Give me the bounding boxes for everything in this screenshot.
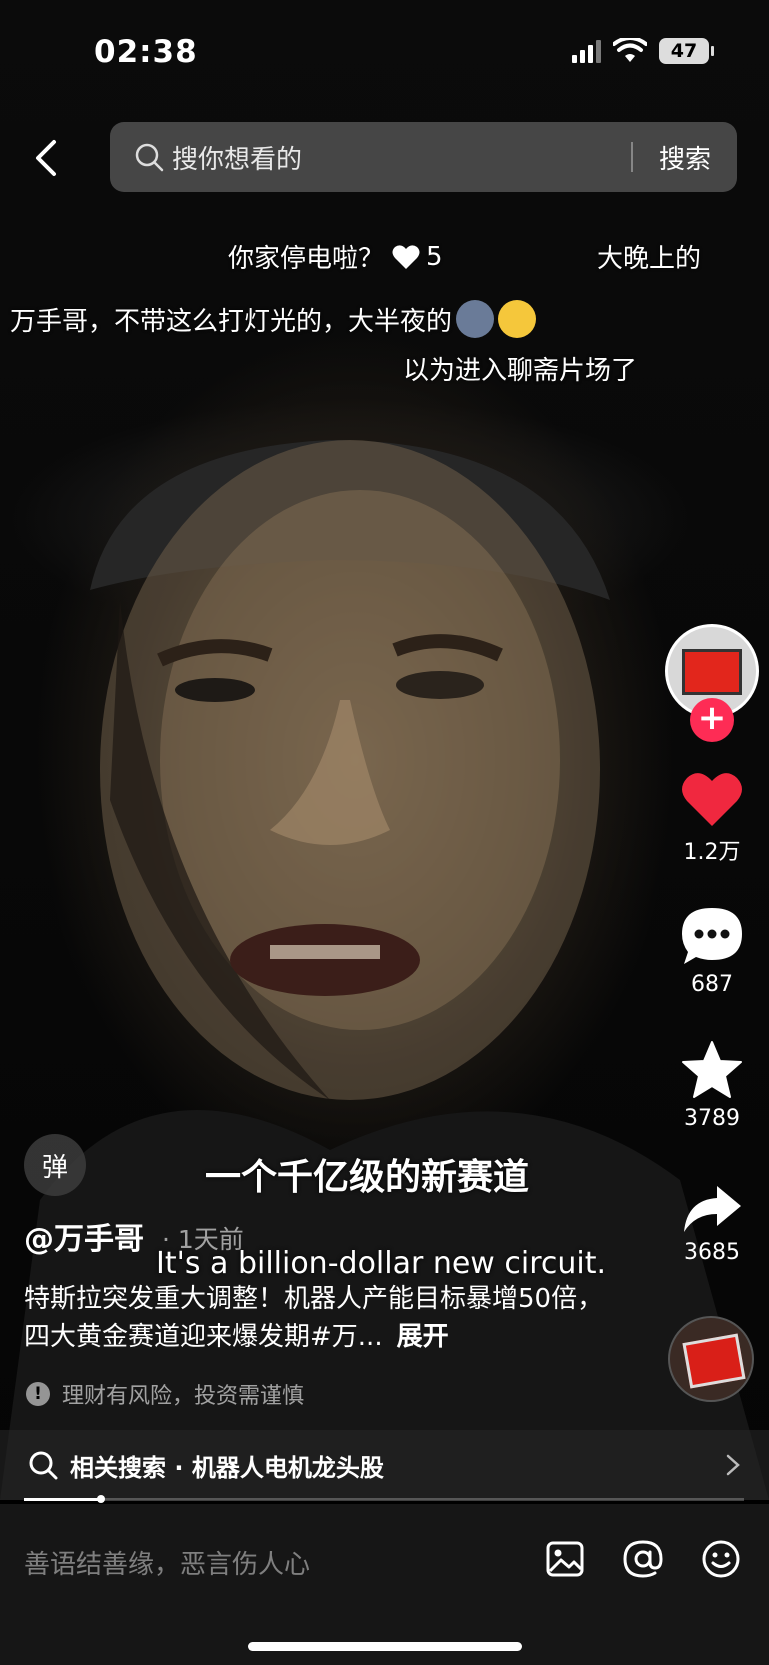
- info-icon: !: [26, 1382, 50, 1406]
- danmaku-text: 万手哥，不带这么打灯光的，大半夜的: [10, 306, 453, 337]
- description-text: 特斯拉突发重大调整！机器人产能目标暴增50倍，四大黄金赛道迎来爆发期#万...: [24, 1284, 604, 1352]
- like-count: 1.2万: [683, 840, 741, 865]
- author-name[interactable]: @万手哥: [24, 1214, 144, 1258]
- wifi-icon: [613, 38, 647, 62]
- status-time: 02:38: [94, 34, 198, 70]
- star-icon: [682, 1041, 742, 1098]
- danmaku-text: 你家停电啦？: [228, 244, 385, 274]
- comment-button[interactable]: 687: [672, 906, 752, 997]
- related-search-text: 相关搜索 · 机器人电机龙头股: [70, 1453, 384, 1482]
- danmaku-item[interactable]: 你家停电啦？ 5: [228, 238, 443, 275]
- progress-knob[interactable]: [97, 1495, 106, 1503]
- mention-at-icon[interactable]: [622, 1538, 664, 1580]
- video-progress-bar[interactable]: [24, 1495, 744, 1503]
- status-icons: 47: [572, 38, 714, 64]
- follow-button[interactable]: +: [690, 698, 734, 742]
- share-button[interactable]: 3685: [672, 1184, 752, 1265]
- comment-bar: 善语结善缘，恶言伤人心: [0, 1504, 769, 1665]
- danmaku-like-count: 5: [426, 241, 443, 272]
- search-button[interactable]: 搜索: [633, 139, 737, 176]
- subtitle-english: It's a billion-dollar new circuit.: [156, 1246, 607, 1281]
- music-disc[interactable]: [668, 1316, 754, 1402]
- subtitle-chinese: 一个千亿级的新赛道: [205, 1157, 530, 1198]
- dizzy-face-emoji-icon: [456, 300, 495, 338]
- comment-input[interactable]: 善语结善缘，恶言伤人心: [24, 1544, 310, 1581]
- home-indicator[interactable]: [248, 1642, 522, 1651]
- image-icon[interactable]: [544, 1538, 586, 1580]
- comment-bubble-icon: [682, 908, 742, 964]
- danmaku-item[interactable]: 以为进入聊斋片场了: [403, 350, 637, 387]
- search-icon: [29, 1451, 58, 1480]
- scream-face-emoji-icon: [498, 300, 537, 338]
- video-description[interactable]: 特斯拉突发重大调整！机器人产能目标暴增50倍，四大黄金赛道迎来爆发期#万... 展…: [24, 1280, 624, 1356]
- chevron-right-icon: [726, 1454, 740, 1476]
- related-search-bar[interactable]: 相关搜索 · 机器人电机龙头股: [0, 1430, 769, 1500]
- heart-icon: [682, 773, 742, 826]
- danmaku-toggle-button[interactable]: 弹: [24, 1134, 86, 1196]
- heart-icon: [392, 244, 420, 269]
- risk-notice-text: 理财有风险，投资需谨慎: [62, 1384, 305, 1409]
- expand-button[interactable]: 展开: [397, 1322, 449, 1352]
- chevron-left-icon: [36, 140, 56, 176]
- favorite-count: 3789: [684, 1106, 740, 1131]
- back-button[interactable]: [26, 135, 66, 181]
- danmaku-text: 以为进入聊斋片场了: [403, 356, 638, 386]
- emoji-smile-icon[interactable]: [700, 1538, 742, 1580]
- cellular-signal-icon: [572, 39, 601, 63]
- search-input[interactable]: 搜你想看的: [172, 139, 631, 176]
- like-button[interactable]: 1.2万: [672, 770, 752, 866]
- search-icon: [135, 143, 164, 172]
- favorite-button[interactable]: 3789: [672, 1040, 752, 1131]
- danmaku-item[interactable]: 大晚上的: [597, 238, 701, 275]
- progress-fill: [24, 1498, 102, 1501]
- share-arrow-icon: [684, 1186, 741, 1232]
- risk-notice: ! 理财有风险，投资需谨慎: [26, 1378, 304, 1410]
- share-count: 3685: [684, 1240, 740, 1265]
- danmaku-text: 大晚上的: [597, 244, 702, 274]
- comment-count: 687: [691, 972, 733, 997]
- battery-icon: 47: [659, 38, 714, 64]
- danmaku-item[interactable]: 万手哥，不带这么打灯光的，大半夜的: [10, 300, 537, 338]
- search-bar[interactable]: 搜你想看的 搜索: [110, 122, 737, 192]
